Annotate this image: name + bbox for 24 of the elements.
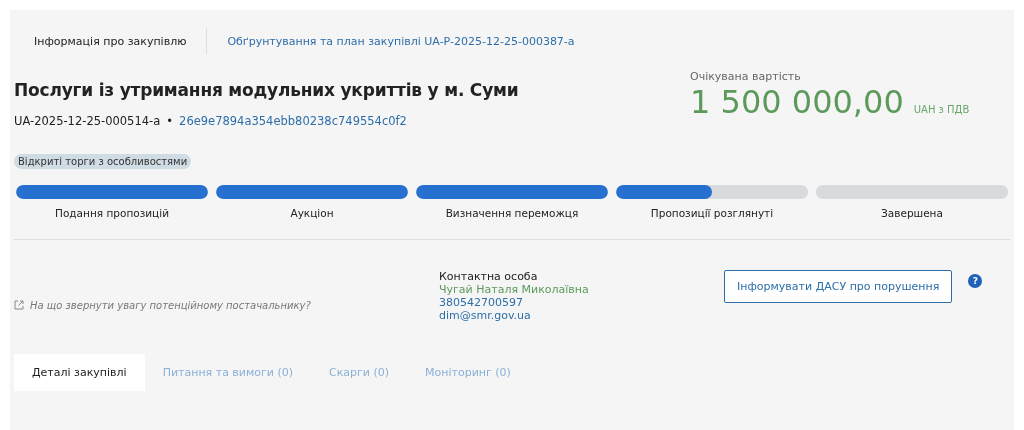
external-link-icon [14, 300, 24, 310]
contact-heading: Контактна особа [439, 270, 539, 283]
stage-label: Завершена [881, 207, 943, 219]
stage-label: Подання пропозицій [55, 207, 169, 219]
tab[interactable]: Деталі закупівлі [14, 354, 145, 391]
value-amount: 1 500 000,00 [690, 83, 904, 121]
nav-link[interactable]: Обґрунтування та план закупівлі UA-P-2025-12-25-000387-a [207, 34, 595, 48]
stage-label: Визначення переможця [445, 207, 579, 219]
page-title: Послуги із утримання модульних укриттів у м. Суми [14, 80, 519, 100]
contact-name: Чугай Наталя Миколаївна [439, 283, 590, 296]
nav-link[interactable]: Інформація про закупівлю [14, 34, 207, 48]
report-button[interactable]: Інформувати ДАСУ про порушення [724, 270, 953, 303]
value-label: Очікувана вартість [690, 70, 802, 83]
procedure-badge: Відкриті торги з особливостями [14, 154, 192, 169]
hint-link[interactable]: На що звернути увагу потенційному постачальнику? [30, 299, 311, 311]
stage-label: Пропозиції розглянуті [650, 207, 774, 219]
stage-label: Аукціон [290, 207, 334, 219]
phone-link[interactable]: 380542700597 [439, 296, 724, 309]
separator-dot: • [166, 114, 174, 128]
tender-id: UA-2025-12-25-000514-a [14, 114, 161, 128]
help-icon[interactable]: ? [968, 274, 983, 288]
email-link[interactable]: dim@smr.gov.ua [439, 309, 724, 322]
hash-link[interactable]: 26e9e7894a354ebb80238c749554c0f2 [179, 114, 407, 128]
currency-label: UAH з ПДВ [913, 104, 970, 115]
